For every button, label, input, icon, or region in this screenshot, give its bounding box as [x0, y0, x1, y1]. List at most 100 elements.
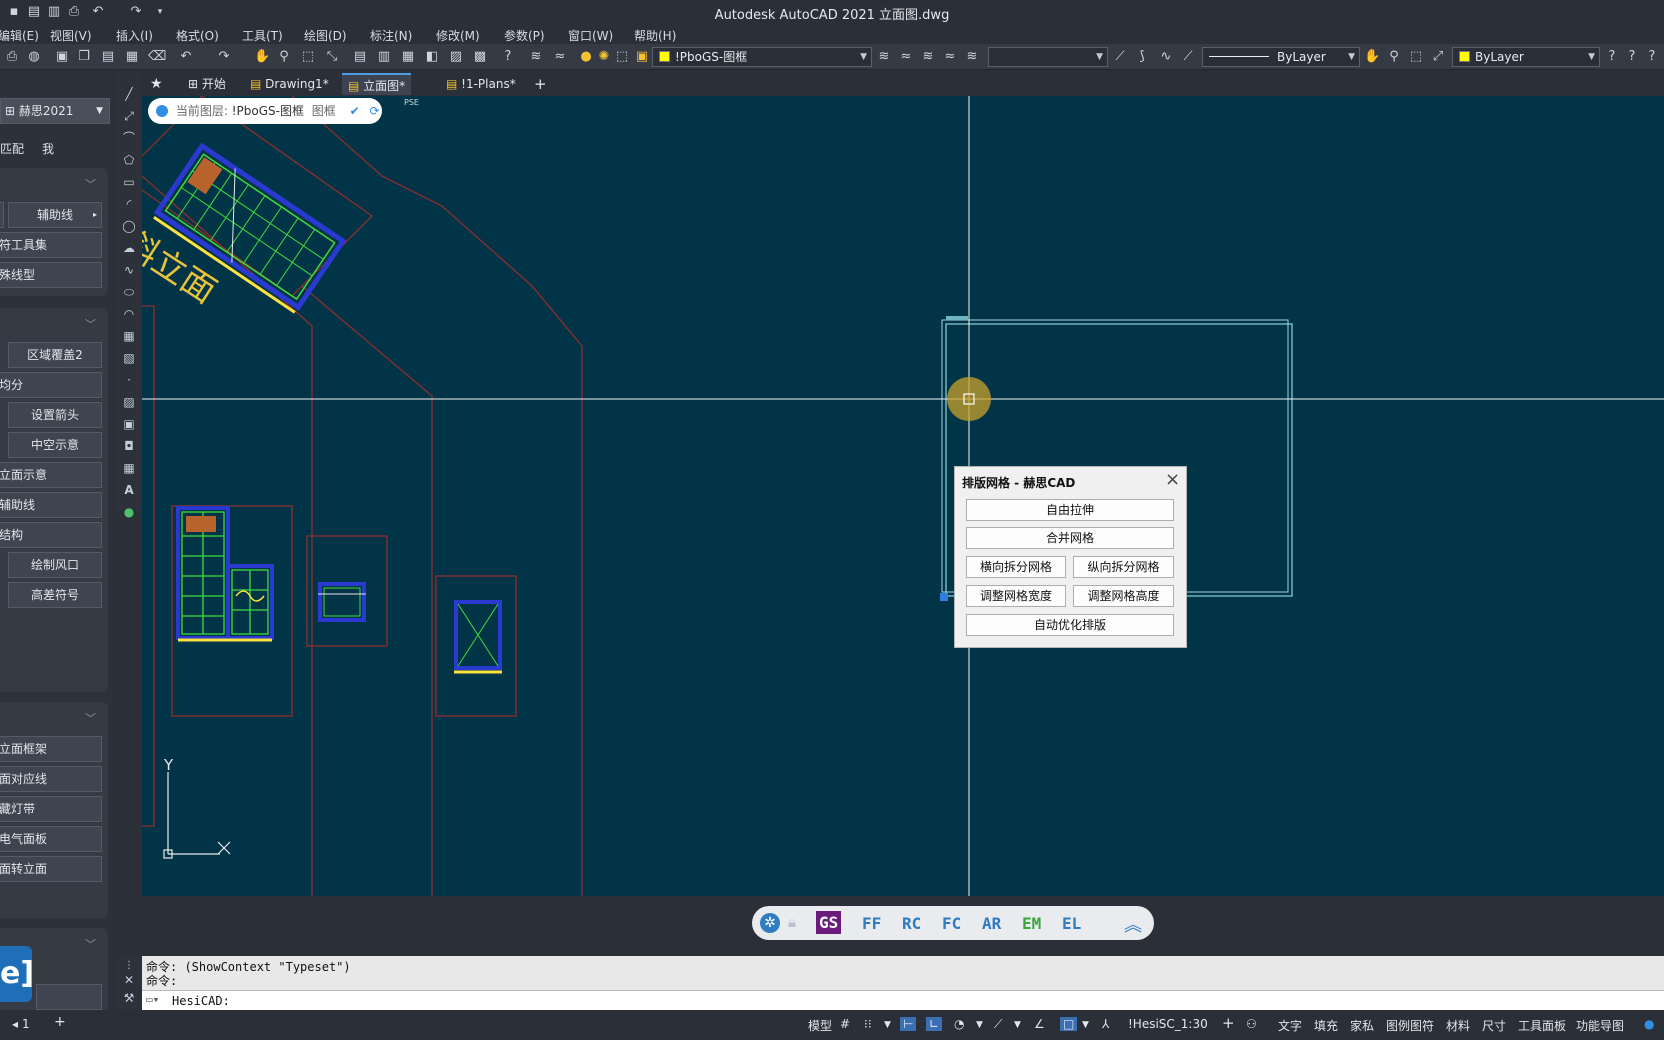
construction-line-icon[interactable]: ⤢: [121, 108, 137, 124]
layout-prev-icon[interactable]: ◂: [12, 1017, 18, 1031]
menu-tools[interactable]: 工具(T): [242, 27, 283, 44]
layer-states-icon[interactable]: ≈: [552, 49, 568, 65]
menu-insert[interactable]: 插入(I): [116, 27, 153, 44]
chevron-down-icon[interactable]: ▼: [1014, 1020, 1021, 1030]
gradient-icon[interactable]: ▣: [121, 416, 137, 432]
gear-icon[interactable]: ✲: [760, 913, 780, 933]
pill-ff[interactable]: FF: [862, 914, 881, 933]
zoom-previous-icon[interactable]: ⤡: [324, 49, 340, 65]
menu-modify[interactable]: 修改(M): [436, 27, 480, 44]
layer-isolate-icon[interactable]: ≋: [920, 49, 936, 65]
free-stretch-button[interactable]: 自由拉伸: [966, 499, 1174, 521]
menu-view[interactable]: 视图(V): [50, 27, 92, 44]
layer-unisolate-icon[interactable]: ≈: [942, 49, 958, 65]
sun-icon[interactable]: ✺: [596, 49, 612, 65]
design-center-icon[interactable]: ▥: [376, 49, 392, 65]
close-icon[interactable]: ✕: [121, 972, 137, 988]
refresh-icon[interactable]: ⟳: [370, 104, 380, 118]
tool-btn-electrical-panel[interactable]: 电气面板: [0, 826, 102, 852]
preview-icon[interactable]: ▣: [54, 49, 70, 65]
pill-el[interactable]: EL: [1062, 914, 1081, 933]
add-selected-icon[interactable]: ●: [121, 504, 137, 520]
layer-combo[interactable]: !PboGS-图框 ▼: [652, 47, 872, 67]
tool-btn-divide[interactable]: 均分: [0, 372, 102, 398]
pill-fc[interactable]: FC: [942, 914, 961, 933]
ellipse-arc-icon[interactable]: ◠: [121, 306, 137, 322]
paste-icon[interactable]: ▤: [100, 49, 116, 65]
star-icon[interactable]: ★: [144, 73, 169, 95]
menu-draw[interactable]: 绘图(D): [304, 27, 347, 44]
zoom-window-icon[interactable]: ⬚: [1408, 49, 1424, 65]
tool-btn-plan-to-elevation[interactable]: 面转立面: [0, 856, 102, 882]
pill-em[interactable]: EM: [1022, 914, 1041, 933]
table-icon[interactable]: ▦: [121, 460, 137, 476]
tab-elevation[interactable]: ▤ 立面图*: [342, 73, 412, 95]
status-function-map[interactable]: 功能导图: [1576, 1017, 1624, 1034]
markup-icon[interactable]: ▨: [448, 49, 464, 65]
tool-btn-stub[interactable]: [0, 202, 4, 228]
region-icon[interactable]: ◘: [121, 438, 137, 454]
pill-rc[interactable]: RC: [902, 914, 921, 933]
tool-btn-draw-vent[interactable]: 绘制风口: [8, 552, 102, 578]
status-materials[interactable]: 材料: [1446, 1017, 1470, 1034]
tool-btn-face-lines[interactable]: 面对应线: [0, 766, 102, 792]
chevron-down-icon[interactable]: ﹀: [85, 936, 96, 952]
make-current-layer-icon[interactable]: ≋: [876, 49, 892, 65]
layer-previous-icon[interactable]: ≈: [898, 49, 914, 65]
grid-icon[interactable]: #: [840, 1017, 850, 1031]
menu-format[interactable]: 格式(O): [176, 27, 219, 44]
object-snap-tracking-icon[interactable]: ∠: [1034, 1017, 1045, 1031]
zoom-realtime-icon[interactable]: ⚲: [276, 49, 292, 65]
sheet-set-icon[interactable]: ◧: [424, 49, 440, 65]
tool-btn-special-linetype[interactable]: 殊线型: [0, 262, 102, 288]
pill-ar[interactable]: AR: [982, 914, 1001, 933]
publish-icon[interactable]: ◍: [26, 49, 42, 65]
add-tab-button[interactable]: +: [528, 73, 553, 95]
layer-properties-icon[interactable]: ≋: [528, 49, 544, 65]
color-blank-combo[interactable]: ▼: [988, 47, 1108, 67]
panel-dropdown[interactable]: ⊞ 赫思2021 ▼: [0, 98, 110, 124]
ortho-icon[interactable]: ∟: [926, 1017, 943, 1031]
drawing-canvas[interactable]: 斜立面 Y PSE: [142, 96, 1664, 896]
insert-block-icon[interactable]: ▦: [121, 328, 137, 344]
pan-icon[interactable]: ✋: [1364, 49, 1380, 65]
expand-up-icon[interactable]: ︽: [1124, 911, 1142, 937]
lock-icon[interactable]: ▣: [634, 49, 650, 65]
tool-palette-icon[interactable]: ▦: [400, 49, 416, 65]
revcloud-icon[interactable]: ☁: [121, 240, 137, 256]
help-search-icon[interactable]: ?: [1644, 49, 1660, 65]
layer-freeze-icon[interactable]: ≋: [964, 49, 980, 65]
tool-btn-wipeout2[interactable]: 区域覆盖2: [8, 342, 102, 368]
tool-btn-level-symbol[interactable]: 高差符号: [8, 582, 102, 608]
menu-edit[interactable]: 编辑(E): [0, 27, 39, 44]
tool-btn-set-arrow[interactable]: 设置箭头: [8, 402, 102, 428]
chevron-down-icon[interactable]: ﹀: [85, 176, 96, 192]
tab-plans[interactable]: ▤ !1-Plans*: [440, 73, 522, 95]
zoom-icon[interactable]: ⚲: [1386, 49, 1402, 65]
color-combo[interactable]: ByLayer ▼: [1452, 47, 1600, 67]
merge-grid-button[interactable]: 合并网格: [966, 527, 1174, 549]
tab-start[interactable]: ⊞ 开始: [182, 73, 232, 95]
chevron-down-icon[interactable]: ▼: [1082, 1020, 1089, 1030]
tool-btn-elevation-hint[interactable]: 立面示意: [0, 462, 102, 488]
chevron-down-icon[interactable]: ▼: [884, 1020, 891, 1030]
status-text[interactable]: 文字: [1278, 1017, 1302, 1034]
zoom-window-icon[interactable]: ⬚: [300, 49, 316, 65]
current-layer-pill[interactable]: 当前图层: !PboGS-图框 图框 ✔ ⟳: [148, 98, 382, 124]
object-snap-icon[interactable]: □: [1060, 1017, 1078, 1031]
help-icon[interactable]: ?: [1604, 49, 1620, 65]
match-properties-icon[interactable]: ▦: [124, 49, 140, 65]
curve-edit-icon[interactable]: ⟆: [1134, 49, 1150, 65]
arc-icon[interactable]: ◜: [121, 196, 137, 212]
add-layout-button[interactable]: +: [54, 1014, 66, 1030]
copy-icon[interactable]: ❐: [76, 49, 92, 65]
calculator-icon[interactable]: ▩: [472, 49, 488, 65]
menu-dimension[interactable]: 标注(N): [370, 27, 412, 44]
status-legend[interactable]: 图例图符: [1386, 1017, 1434, 1034]
split-horizontal-button[interactable]: 横向拆分网格: [966, 556, 1066, 578]
isodraft-icon[interactable]: ⟋: [994, 1017, 1002, 1032]
checkmark-icon[interactable]: ✔: [350, 104, 360, 118]
model-space-toggle[interactable]: 模型: [808, 1017, 832, 1034]
tool-btn-aux-line-2[interactable]: 辅助线: [0, 492, 102, 518]
freeze-viewport-icon[interactable]: ⬚: [614, 49, 630, 65]
